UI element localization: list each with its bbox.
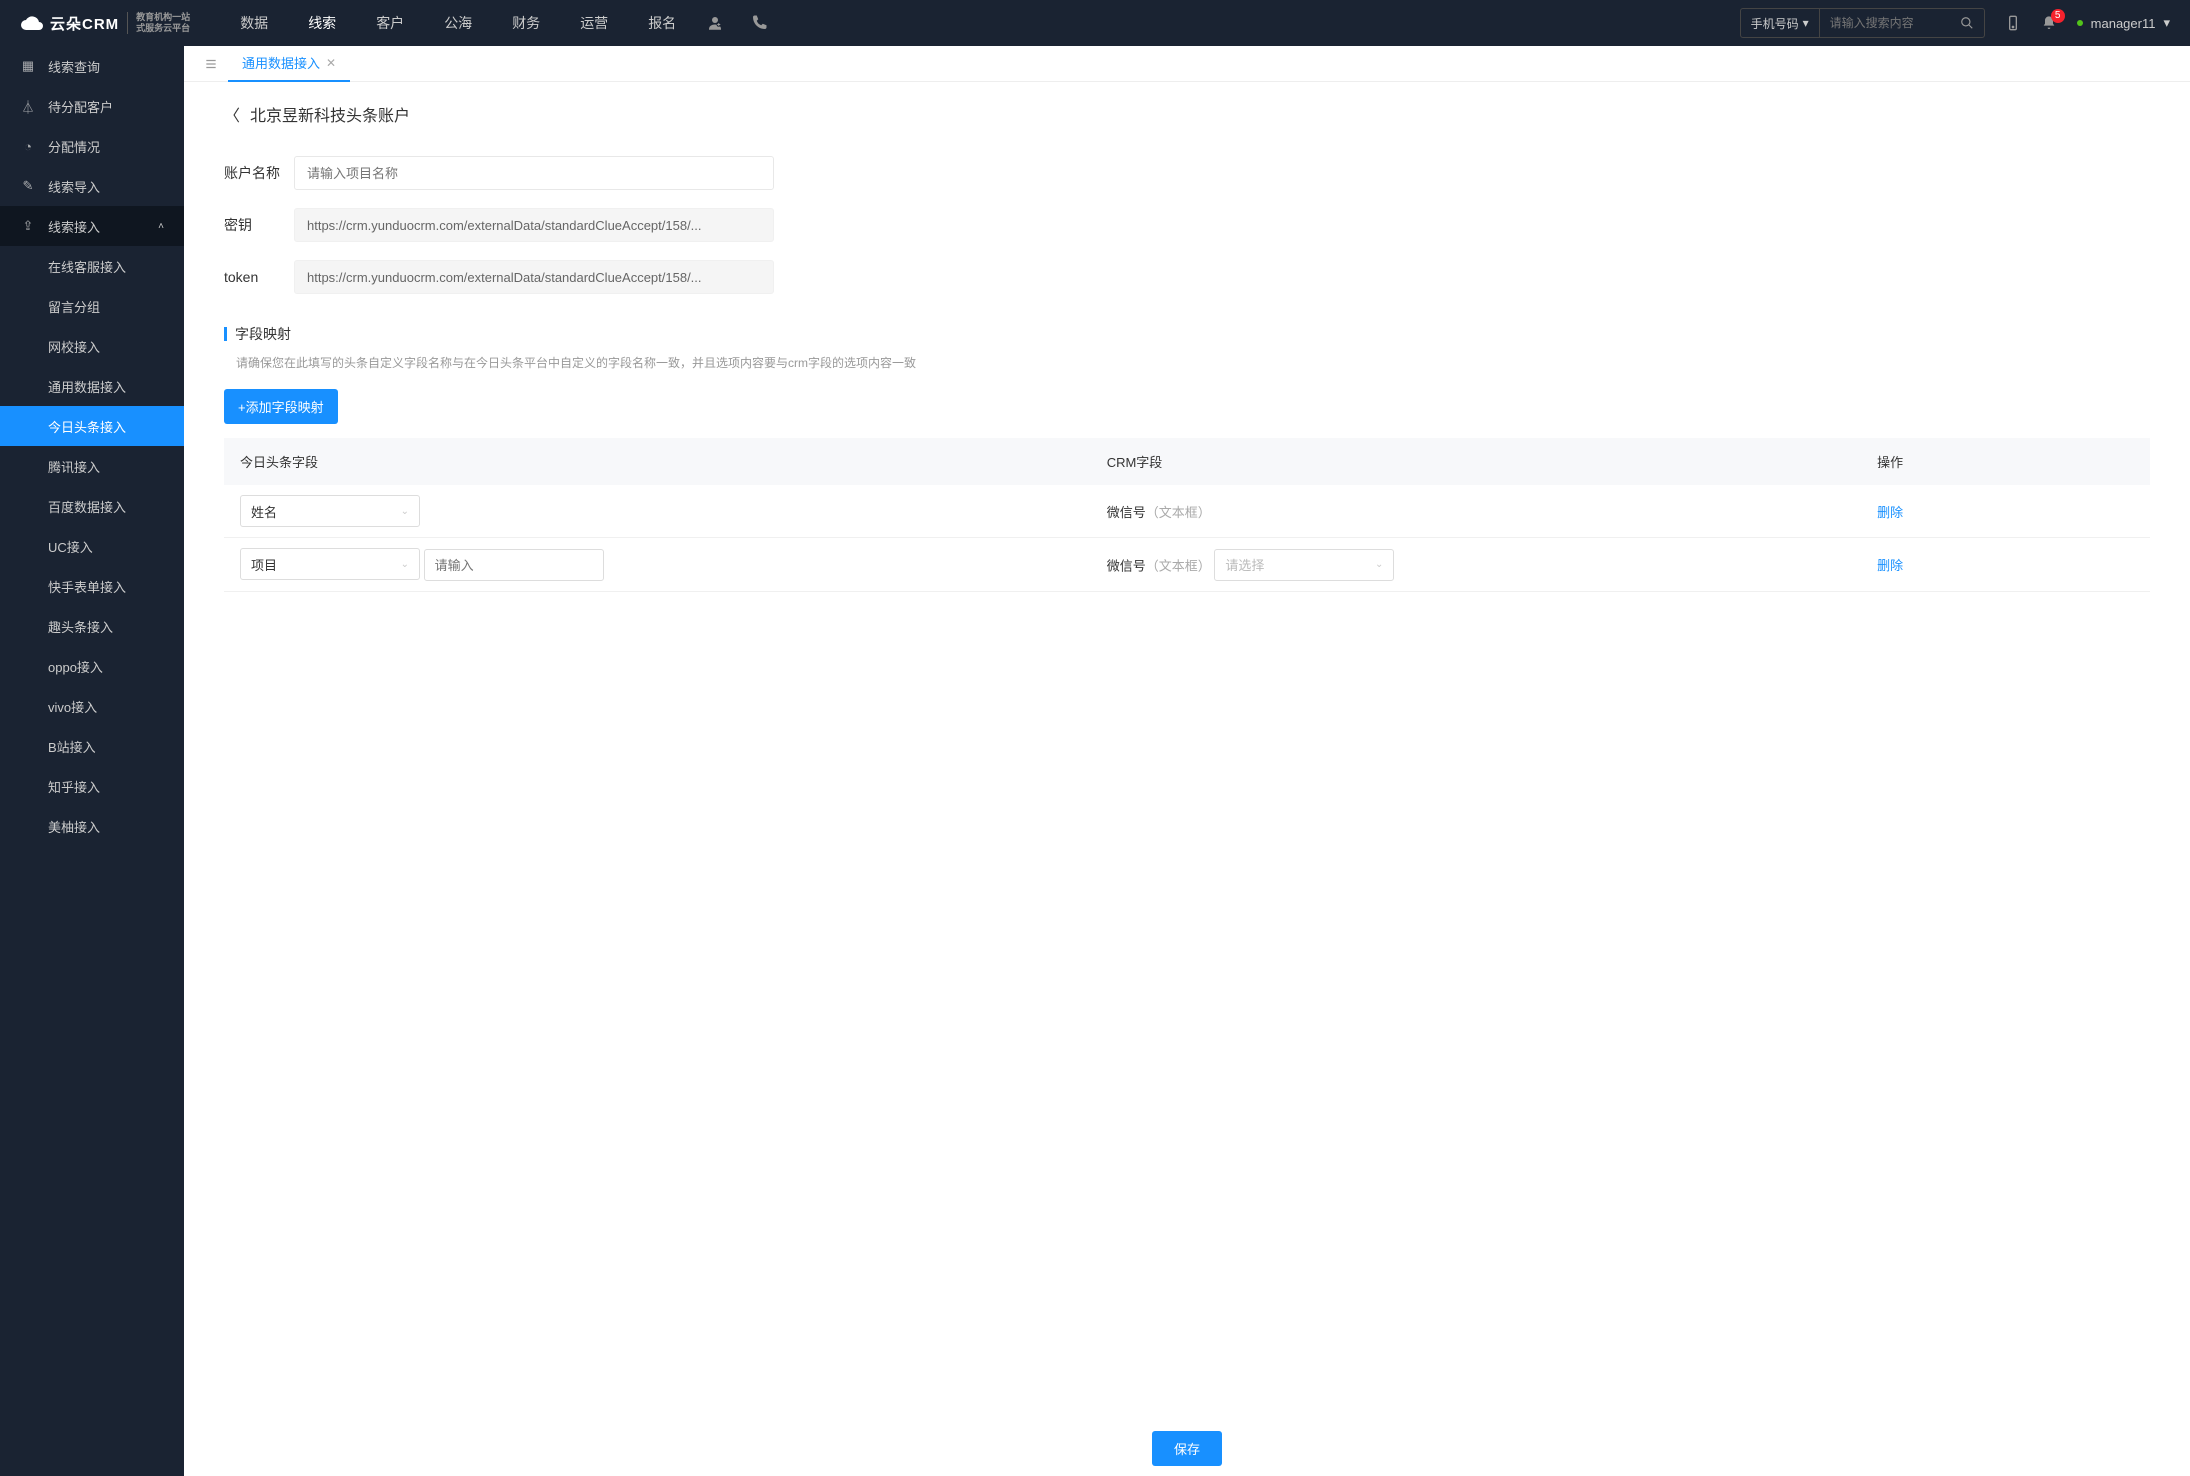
nav-item[interactable]: 财务 <box>512 13 540 33</box>
search-input[interactable] <box>1820 16 1950 30</box>
section-header: 字段映射 <box>224 324 2150 344</box>
section-title: 字段映射 <box>235 324 291 344</box>
logo-text: 云朵CRM <box>50 13 119 34</box>
cloud-icon <box>20 11 44 35</box>
sidebar-subitem[interactable]: oppo接入 <box>0 646 184 686</box>
sidebar-subitem[interactable]: 知乎接入 <box>0 766 184 806</box>
sidebar-subitem[interactable]: 今日头条接入 <box>0 406 184 446</box>
sidebar-item[interactable]: ⇪线索接入˄ <box>0 206 184 246</box>
sidebar-subitem[interactable]: 网校接入 <box>0 326 184 366</box>
back-icon[interactable]: 〈 <box>224 102 240 126</box>
add-mapping-button[interactable]: +添加字段映射 <box>224 389 338 424</box>
toutiao-field-input[interactable] <box>424 549 604 581</box>
chevron-down-icon: ⌄ <box>401 506 409 517</box>
sidebar-icon: ⏃ <box>20 97 36 116</box>
section-desc: 请确保您在此填写的头条自定义字段名称与在今日头条平台中自定义的字段名称一致，并且… <box>236 354 2150 371</box>
sidebar-subitem[interactable]: 快手表单接入 <box>0 566 184 606</box>
save-button[interactable]: 保存 <box>1152 1431 1222 1466</box>
col-crm-field: CRM字段 <box>1091 438 1861 485</box>
search-box: 手机号码 ▾ <box>1740 8 1985 38</box>
logo-subtitle: 教育机构一站 式服务云平台 <box>127 12 190 34</box>
chevron-icon: ˄ <box>158 221 164 232</box>
nav-item[interactable]: 运营 <box>580 13 608 33</box>
label-key: 密钥 <box>224 215 294 235</box>
mobile-icon[interactable] <box>2005 15 2021 31</box>
top-header: 云朵CRM 教育机构一站 式服务云平台 数据 线索 客户 公海 财务 运营 报名 手机号码 … <box>0 0 2190 46</box>
username: manager11 <box>2091 16 2156 31</box>
delete-link[interactable]: 删除 <box>1877 558 1903 573</box>
notification-badge: 5 <box>2051 9 2065 23</box>
chevron-down-icon: ▾ <box>2163 15 2170 31</box>
label-token: token <box>224 269 294 285</box>
sidebar-subitem[interactable]: 趣头条接入 <box>0 606 184 646</box>
search-type-select[interactable]: 手机号码 ▾ <box>1741 9 1820 37</box>
table-row: 姓名⌄ 微信号（文本框） 删除 <box>224 485 2150 538</box>
sidebar-subitem[interactable]: UC接入 <box>0 526 184 566</box>
sidebar-icon: ✎ <box>20 178 36 194</box>
nav-item[interactable]: 数据 <box>240 13 268 33</box>
tab-general-data[interactable]: 通用数据接入 ✕ <box>228 46 350 82</box>
toutiao-field-select[interactable]: 项目⌄ <box>240 548 420 580</box>
input-token[interactable] <box>294 260 774 294</box>
content: 〈 北京昱新科技头条账户 账户名称 密钥 token 字段映射 请确保您在此填写… <box>184 82 2190 1476</box>
save-bar: 保存 <box>184 1431 2190 1466</box>
chevron-down-icon: ⌄ <box>401 559 409 570</box>
nav-item[interactable]: 公海 <box>444 13 472 33</box>
sidebar-subitem[interactable]: 通用数据接入 <box>0 366 184 406</box>
sidebar: ▦线索查询⏃待分配客户◔分配情况✎线索导入⇪线索接入˄在线客服接入留言分组网校接… <box>0 46 184 1476</box>
col-action: 操作 <box>1861 438 2150 485</box>
bell-icon[interactable]: 5 <box>2041 15 2057 31</box>
tab-bar: 通用数据接入 ✕ <box>184 46 2190 82</box>
sidebar-subitem[interactable]: 在线客服接入 <box>0 246 184 286</box>
user-menu[interactable]: manager11 ▾ <box>2077 15 2170 31</box>
sidebar-subitem[interactable]: 腾讯接入 <box>0 446 184 486</box>
user-add-icon[interactable] <box>706 14 724 32</box>
nav-item[interactable]: 报名 <box>648 13 676 33</box>
sidebar-icon: ◔ <box>20 139 36 154</box>
nav-item[interactable]: 线索 <box>308 13 336 33</box>
sidebar-icon: ⇪ <box>20 218 36 234</box>
chevron-down-icon: ▾ <box>1803 16 1809 30</box>
sidebar-subitem[interactable]: 美柚接入 <box>0 806 184 846</box>
row-key: 密钥 <box>224 208 2150 242</box>
header-icon-group <box>706 14 768 32</box>
nav-item[interactable]: 客户 <box>376 13 404 33</box>
tab-collapse-icon[interactable] <box>194 57 228 71</box>
sidebar-item[interactable]: ◔分配情况 <box>0 126 184 166</box>
crm-field-type: （文本框） <box>1146 558 1211 573</box>
crm-field-select[interactable]: 请选择⌄ <box>1214 549 1394 581</box>
crm-field-name: 微信号 <box>1107 505 1146 520</box>
col-toutiao-field: 今日头条字段 <box>224 438 1091 485</box>
table-row: 项目⌄ 微信号（文本框） 请选择⌄ 删除 <box>224 538 2150 592</box>
input-account-name[interactable] <box>294 156 774 190</box>
online-status-icon <box>2077 20 2083 26</box>
label-account-name: 账户名称 <box>224 163 294 183</box>
sidebar-icon: ▦ <box>20 58 36 74</box>
row-token: token <box>224 260 2150 294</box>
toutiao-field-select[interactable]: 姓名⌄ <box>240 495 420 527</box>
page-title: 〈 北京昱新科技头条账户 <box>224 102 2150 126</box>
sidebar-item[interactable]: ✎线索导入 <box>0 166 184 206</box>
row-account-name: 账户名称 <box>224 156 2150 190</box>
sidebar-item[interactable]: ⏃待分配客户 <box>0 86 184 126</box>
delete-link[interactable]: 删除 <box>1877 505 1903 520</box>
sidebar-item[interactable]: ▦线索查询 <box>0 46 184 86</box>
close-icon[interactable]: ✕ <box>326 56 336 70</box>
phone-icon[interactable] <box>750 14 768 32</box>
sidebar-subitem[interactable]: 留言分组 <box>0 286 184 326</box>
input-key[interactable] <box>294 208 774 242</box>
logo[interactable]: 云朵CRM 教育机构一站 式服务云平台 <box>20 11 190 35</box>
crm-field-name: 微信号 <box>1107 558 1146 573</box>
sidebar-subitem[interactable]: B站接入 <box>0 726 184 766</box>
main-area: 通用数据接入 ✕ 〈 北京昱新科技头条账户 账户名称 密钥 token <box>184 46 2190 1476</box>
section-accent-icon <box>224 327 227 341</box>
search-icon[interactable] <box>1950 16 1984 30</box>
header-right: 手机号码 ▾ 5 manager11 ▾ <box>1740 8 2170 38</box>
sidebar-subitem[interactable]: vivo接入 <box>0 686 184 726</box>
sidebar-subitem[interactable]: 百度数据接入 <box>0 486 184 526</box>
chevron-down-icon: ⌄ <box>1375 559 1383 570</box>
mapping-table: 今日头条字段 CRM字段 操作 姓名⌄微信号（文本框）删除项目⌄ 微信号（文本框… <box>224 438 2150 592</box>
crm-field-type: （文本框） <box>1146 505 1211 520</box>
top-nav: 数据 线索 客户 公海 财务 运营 报名 <box>240 13 676 33</box>
